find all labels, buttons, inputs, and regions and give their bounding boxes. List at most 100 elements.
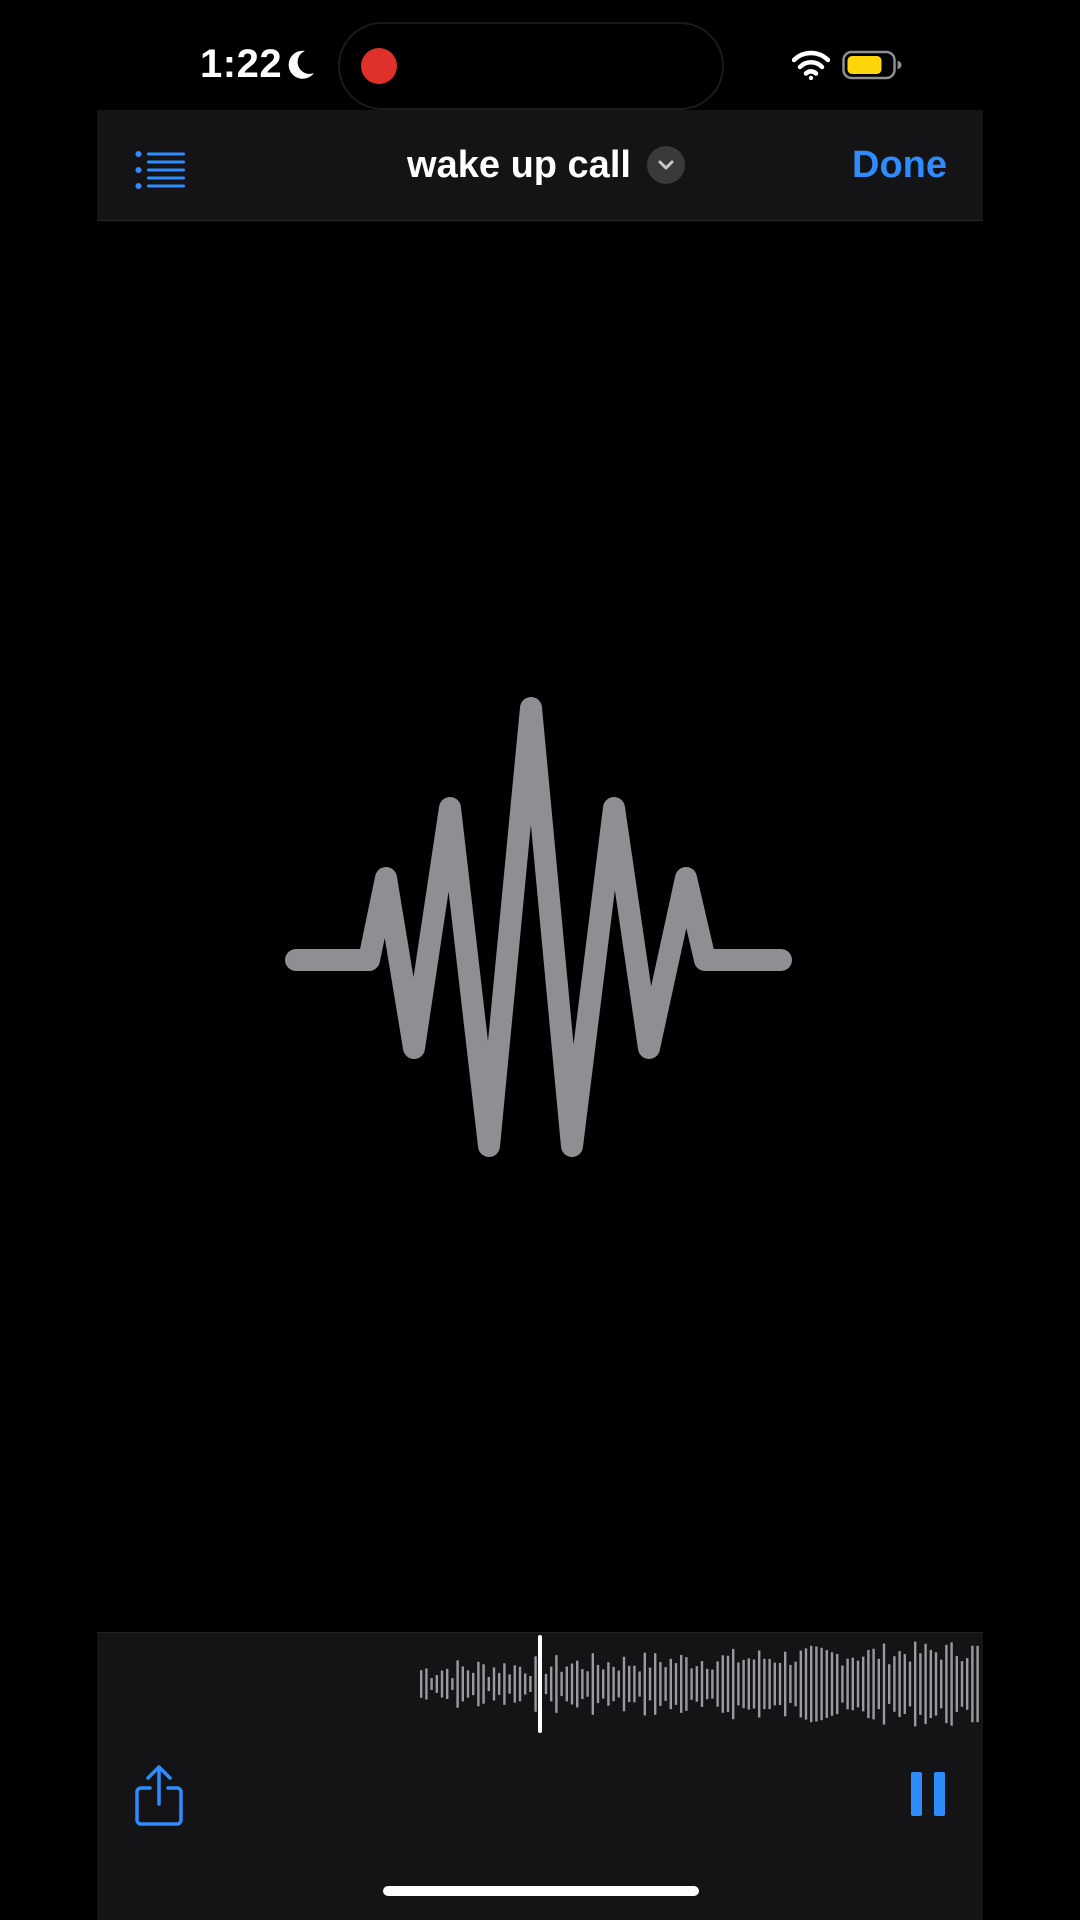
- scrubber-bar: [446, 1668, 449, 1699]
- scrubber-bar: [586, 1671, 589, 1697]
- done-button[interactable]: Done: [852, 110, 947, 220]
- scrubber-bar: [529, 1676, 532, 1692]
- scrubber-bar: [685, 1657, 688, 1711]
- home-indicator[interactable]: [383, 1886, 699, 1896]
- scrubber-bar: [789, 1664, 792, 1703]
- scrubber-bar: [898, 1651, 901, 1717]
- scrubber-bar: [888, 1664, 891, 1704]
- scrubber-bar: [508, 1674, 511, 1694]
- scrubber-bar: [830, 1652, 834, 1716]
- scrubber-bar: [466, 1670, 470, 1698]
- scrubber-bar: [919, 1653, 922, 1715]
- scrubber-bar: [420, 1670, 423, 1698]
- scrubber-bar: [472, 1672, 475, 1696]
- scrubber-bar: [602, 1669, 605, 1699]
- navigation-bar: wake up call Done: [97, 110, 983, 221]
- scrubber-bar: [711, 1669, 714, 1699]
- scrubber-bar: [482, 1664, 485, 1704]
- scrubber-bar: [700, 1661, 704, 1707]
- scrubber-bar: [628, 1665, 631, 1703]
- scrubber-bar: [960, 1661, 964, 1707]
- scrubber-bar: [456, 1660, 459, 1708]
- title-menu-button[interactable]: [646, 146, 685, 184]
- pause-button[interactable]: [911, 1772, 945, 1816]
- scrubber-bar: [976, 1645, 979, 1723]
- scrubber-bar: [929, 1649, 932, 1719]
- scrubber-bar: [622, 1656, 626, 1712]
- scrubber-bar: [945, 1644, 948, 1724]
- scrubber-bar: [716, 1661, 719, 1707]
- scrubber-bar: [903, 1654, 906, 1714]
- scrubber-bar: [893, 1656, 896, 1712]
- chevron-down-icon: [658, 160, 674, 170]
- scrubber-bar: [867, 1650, 870, 1719]
- screen: 1:22 wake up call Done: [0, 0, 1080, 1920]
- scrubber-bar: [726, 1655, 730, 1713]
- status-time: 1:22: [200, 42, 283, 86]
- scrubber-bar: [477, 1661, 480, 1707]
- share-icon[interactable]: [133, 1764, 185, 1828]
- scrubber-bar: [565, 1666, 568, 1702]
- scrubber-bar: [950, 1642, 953, 1726]
- scrubber-bar: [669, 1658, 672, 1710]
- scrubber-bar: [851, 1657, 854, 1711]
- scrubber-bar: [971, 1645, 974, 1723]
- title-group[interactable]: wake up call: [407, 144, 685, 187]
- scrubber-bar: [934, 1652, 938, 1716]
- scrubber-bar: [425, 1668, 428, 1700]
- scrubber-bar: [872, 1648, 875, 1720]
- scrubber-bar: [591, 1653, 594, 1715]
- recording-title[interactable]: wake up call: [407, 144, 631, 187]
- moon-icon: [288, 50, 314, 79]
- waveform-scrubber[interactable]: [97, 1632, 983, 1736]
- scrubber-bar: [451, 1678, 454, 1690]
- scrubber-bar: [836, 1654, 839, 1715]
- scrubber-bar: [940, 1659, 943, 1709]
- scrubber-bar: [862, 1656, 865, 1712]
- playhead[interactable]: [538, 1635, 542, 1733]
- scrubber-bar: [617, 1670, 620, 1698]
- scrubber-bar: [440, 1670, 444, 1698]
- scrubber-bar: [435, 1675, 438, 1693]
- scrubber-bar: [534, 1656, 537, 1712]
- scrubber-bar: [550, 1666, 553, 1702]
- scrubber-bar: [721, 1655, 724, 1713]
- scrubber-bar: [576, 1660, 579, 1708]
- scrubber-bar: [518, 1666, 522, 1702]
- scrubber-bar: [607, 1662, 610, 1706]
- scrubber-bar: [461, 1666, 464, 1702]
- scrubber-bar: [430, 1678, 433, 1690]
- scrubber-bar: [924, 1643, 927, 1725]
- pause-icon: [911, 1772, 922, 1816]
- scrubber-bar: [799, 1650, 802, 1718]
- scrubber-bar: [763, 1658, 766, 1710]
- scrubber-bar: [524, 1673, 527, 1695]
- scrubber-bar: [732, 1648, 735, 1720]
- scrubber-bar: [695, 1666, 698, 1702]
- scrubber-bar: [664, 1667, 667, 1701]
- scrubber-bar: [778, 1663, 782, 1705]
- scrubber-bar: [747, 1658, 750, 1710]
- scrubber-bar: [742, 1659, 745, 1709]
- scrubber-bar: [581, 1669, 584, 1699]
- scrubber-bar: [487, 1676, 490, 1692]
- battery-icon: [842, 50, 902, 80]
- scrubber-bar: [560, 1671, 563, 1697]
- scrubber-bar: [882, 1643, 886, 1725]
- scrubber-bar: [659, 1662, 662, 1706]
- scrubber-bar: [768, 1658, 771, 1710]
- scrubber-bar: [638, 1671, 641, 1697]
- scrubber-bar: [784, 1651, 787, 1717]
- scrubber-bar: [966, 1658, 969, 1710]
- scrubber-bar: [752, 1659, 756, 1709]
- scrubber-bar: [794, 1661, 797, 1707]
- scrubber-bar: [648, 1667, 652, 1701]
- scrubber-bar: [820, 1647, 823, 1721]
- scrubber-bar: [914, 1641, 917, 1727]
- wifi-icon: [792, 50, 830, 80]
- recording-indicator: [361, 48, 397, 84]
- scrubber-bar: [498, 1673, 501, 1695]
- scrubber-bar: [674, 1663, 678, 1705]
- scrubber-bar: [955, 1656, 958, 1712]
- waveform-icon: [285, 697, 792, 1157]
